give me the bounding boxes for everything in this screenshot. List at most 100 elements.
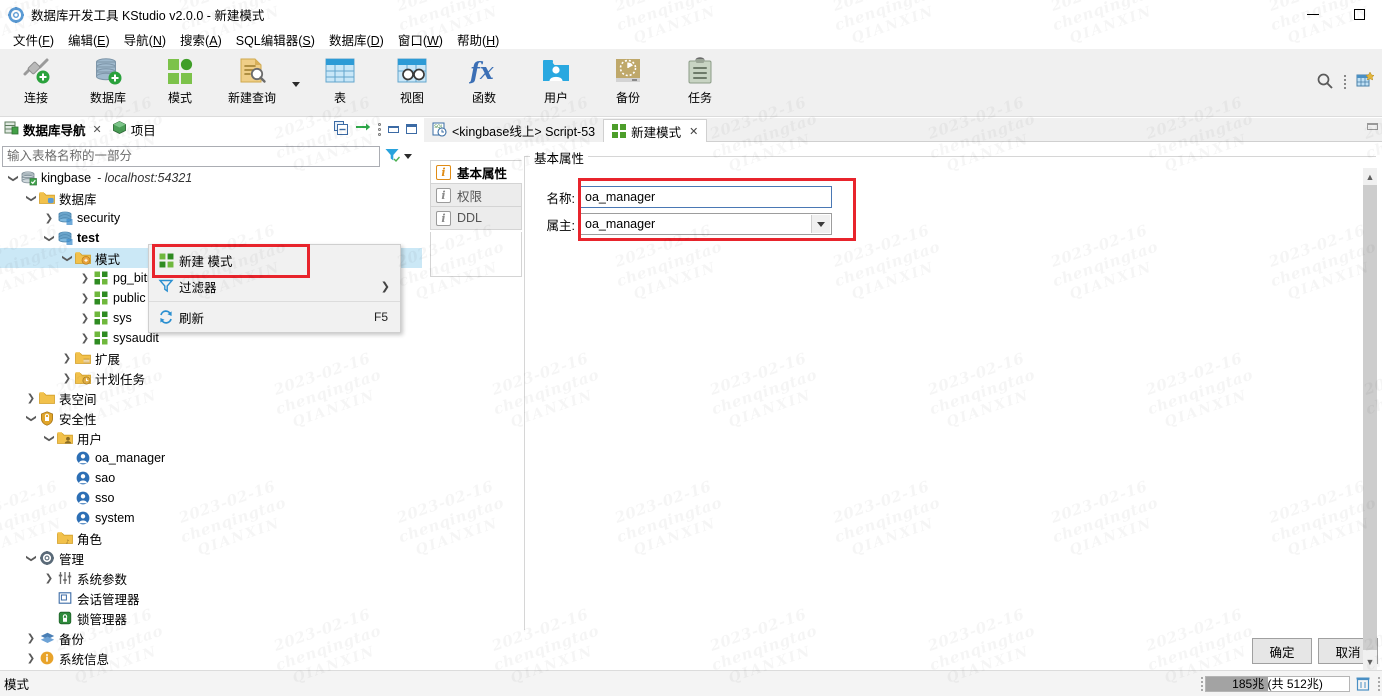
menu-item-edit[interactable]: 编辑(E) — [61, 28, 117, 51]
tree-item-label: security — [77, 211, 121, 225]
collapse-all-icon[interactable] — [334, 120, 348, 138]
tree-item-[interactable]: ♪ 角色 — [0, 528, 422, 548]
function-fx-icon: fx — [469, 54, 499, 88]
tree-item-[interactable]: ❯ 系统参数 — [0, 568, 422, 588]
toolbar-button-table[interactable]: 表 — [304, 49, 376, 115]
chevron-right-icon[interactable]: ❯ — [24, 633, 38, 644]
tree-item-[interactable]: ❯ 管理 — [0, 548, 422, 568]
context-menu-item-1[interactable]: 过滤器 ❯ — [149, 273, 400, 299]
tree-item-[interactable]: ❯ 系统信息 — [0, 648, 422, 668]
tree-item-system[interactable]: system — [0, 508, 422, 528]
toolbar-button-label: 表 — [333, 91, 346, 105]
chevron-right-icon[interactable]: ❯ — [42, 573, 56, 584]
schema-owner-select[interactable]: oa_manager — [580, 213, 832, 235]
chevron-right-icon[interactable]: ❯ — [24, 653, 38, 664]
context-menu-item-2[interactable]: 刷新 F5 — [149, 304, 400, 330]
context-menu-item-0[interactable]: 新建 模式 — [149, 247, 400, 273]
tree-item-sso[interactable]: sso — [0, 488, 422, 508]
tree-item-sao[interactable]: sao — [0, 468, 422, 488]
tab-label: <kingbase线上> Script-53 — [452, 125, 596, 139]
toolbar-button-task-clipboard[interactable]: 任务 — [664, 49, 736, 115]
search-input[interactable]: 输入表格名称的一部分 — [2, 145, 380, 167]
filter-icon[interactable] — [384, 147, 401, 166]
tab-project[interactable]: 项目 — [108, 118, 162, 140]
tab-db-navigator[interactable]: 数据库导航 ✕ — [0, 118, 108, 140]
view-menu-icon[interactable] — [378, 122, 381, 136]
panel-minimize-icon[interactable] — [388, 125, 399, 133]
tab-script-53[interactable]: SQL <kingbase线上> Script-53 — [424, 119, 604, 142]
toolbar-button-backup-clock[interactable]: 备份 — [592, 49, 664, 115]
chevron-right-icon[interactable]: ❯ — [78, 313, 92, 324]
tree-item-[interactable]: ❯ 扩展 — [0, 348, 422, 368]
toolbar-button-function-fx[interactable]: fx 函数 — [448, 49, 520, 115]
tree-scrollbar[interactable]: ▲ ▼ — [1363, 168, 1377, 670]
tree-item-security[interactable]: ❯ security — [0, 208, 422, 228]
chevron-down-icon[interactable]: ❯ — [62, 251, 73, 265]
chevron-right-icon[interactable]: ❯ — [60, 353, 74, 364]
chevron-down-icon[interactable]: ❯ — [26, 551, 37, 565]
chevron-right-icon[interactable]: ❯ — [78, 333, 92, 344]
close-icon[interactable]: ✕ — [93, 123, 102, 136]
chevron-right-icon[interactable]: ❯ — [78, 293, 92, 304]
editor-side-tab-1[interactable]: i 权限 — [430, 183, 522, 207]
tree-item-[interactable]: 会话管理器 — [0, 588, 422, 608]
memory-meter[interactable]: 185兆 (共 512兆) — [1205, 675, 1350, 692]
editor-side-tab-2[interactable]: i DDL — [430, 206, 522, 230]
tab-new-schema[interactable]: 新建模式 ✕ — [603, 119, 708, 142]
toolbar-button-database-add[interactable]: 数据库 — [72, 49, 144, 115]
chevron-down-icon[interactable]: ❯ — [44, 231, 55, 245]
tree-item-[interactable]: ❯ 表空间 — [0, 388, 422, 408]
schema-name-input[interactable]: oa_manager — [580, 186, 832, 208]
toolbar-button-user-folder[interactable]: 用户 — [520, 49, 592, 115]
editor-side-tab-0[interactable]: i 基本属性 — [430, 160, 522, 184]
menu-item-window[interactable]: 窗口(W) — [391, 28, 450, 51]
menu-item-database[interactable]: 数据库(D) — [322, 28, 391, 51]
panel-maximize-icon[interactable] — [406, 124, 417, 134]
chevron-down-icon[interactable]: ❯ — [26, 411, 37, 425]
chevron-down-icon[interactable]: ❯ — [26, 191, 37, 205]
ok-button[interactable]: 确定 — [1252, 638, 1312, 664]
tree-item-[interactable]: ❯ 用户 — [0, 428, 422, 448]
scrollbar-thumb[interactable] — [1363, 185, 1377, 650]
toolbar-button-view[interactable]: 视图 — [376, 49, 448, 115]
chevron-down-icon[interactable] — [811, 215, 830, 233]
schema-owner-label: 属主: — [546, 218, 575, 233]
chevron-down-icon[interactable]: ❯ — [8, 171, 19, 185]
toolbar-button-new-query[interactable]: 新建查询 — [216, 49, 288, 115]
minimize-button[interactable] — [1290, 0, 1336, 29]
tree-item-label: 用户 — [77, 432, 103, 447]
chevron-down-icon[interactable]: ❯ — [44, 431, 55, 445]
chevron-right-icon[interactable]: ❯ — [24, 393, 38, 404]
toolbar-button-plug-add[interactable]: 连接 — [0, 49, 72, 115]
trash-icon[interactable] — [1350, 674, 1376, 694]
scroll-down-icon[interactable]: ▼ — [1363, 653, 1377, 670]
toolbar-button-label: 函数 — [471, 91, 496, 105]
search-icon[interactable] — [1316, 72, 1334, 93]
menu-item-sql-editor[interactable]: SQL编辑器(S) — [229, 28, 322, 51]
tree-item-[interactable]: ❯ 备份 — [0, 628, 422, 648]
tree-item-[interactable]: ❯ 计划任务 — [0, 368, 422, 388]
editor-side-tab-label: 基本属性 — [457, 166, 508, 181]
tree-item-kingbase[interactable]: ❯ kingbase - localhost:54321 — [0, 168, 422, 188]
menu-item-navigate[interactable]: 导航(N) — [117, 28, 173, 51]
chevron-right-icon[interactable]: ❯ — [42, 213, 56, 224]
menu-item-file[interactable]: 文件(F) — [6, 28, 61, 51]
menu-item-search[interactable]: 搜索(A) — [173, 28, 229, 51]
chevron-right-icon[interactable]: ❯ — [60, 373, 74, 384]
menu-item-help[interactable]: 帮助(H) — [450, 28, 506, 51]
scroll-up-icon[interactable]: ▲ — [1363, 168, 1377, 185]
tree-item-[interactable]: 锁管理器 — [0, 608, 422, 628]
editor-minimize-icon[interactable] — [1367, 123, 1378, 130]
link-editor-icon[interactable] — [355, 122, 371, 137]
tree-item-oa_manager[interactable]: oa_manager — [0, 448, 422, 468]
toolbar-overflow-icon[interactable] — [1344, 75, 1346, 89]
tree-item-[interactable]: ❯ 安全性 — [0, 408, 422, 428]
tree-item-[interactable]: ❯ 数据库 — [0, 188, 422, 208]
new-query-dropdown-icon[interactable] — [288, 49, 304, 115]
new-table-star-icon[interactable] — [1356, 70, 1375, 93]
close-icon[interactable]: ✕ — [689, 125, 698, 138]
chevron-right-icon[interactable]: ❯ — [78, 273, 92, 284]
chevron-down-icon[interactable] — [404, 153, 412, 159]
maximize-button[interactable] — [1336, 0, 1382, 29]
toolbar-button-schema-squares[interactable]: 模式 — [144, 49, 216, 115]
